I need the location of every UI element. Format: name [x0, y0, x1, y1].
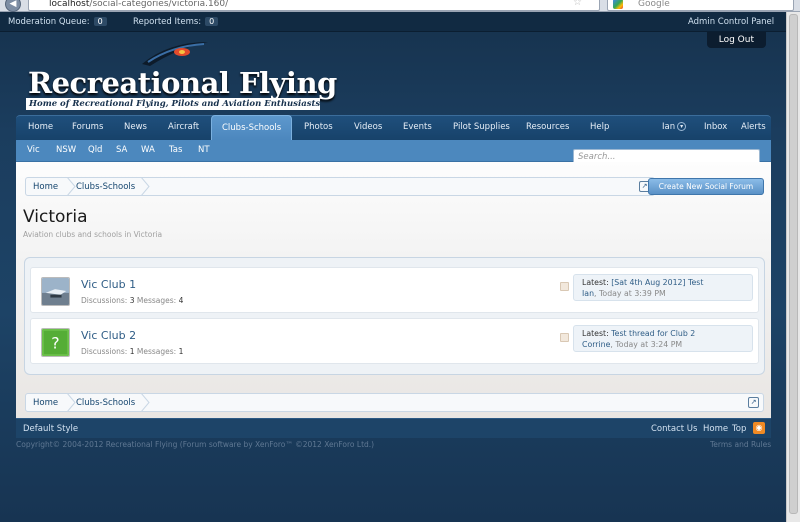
back-arrow-icon[interactable]: ◀ [5, 0, 21, 12]
main-content: Home Clubs-Schools ↗ Create New Social F… [16, 162, 771, 418]
admin-bar: Moderation Queue: 0 Reported Items: 0 Admi… [0, 12, 786, 32]
latest-post: Latest: Test thread for Club 2 Corrine, … [573, 325, 753, 352]
tab-events[interactable]: Events [403, 122, 432, 132]
address-bar[interactable]: localhost/social-categories/victoria.160… [28, 0, 600, 11]
question-mark-avatar-icon[interactable]: ? [41, 328, 70, 357]
reported-items-link[interactable]: Reported Items: 0 [133, 17, 219, 27]
list-item: Vic Club 1 Discussions: 3 Messages: 4 La… [30, 267, 759, 313]
latest-user-link[interactable]: Ian [582, 289, 594, 298]
moderation-count-badge: 0 [93, 17, 107, 26]
rss-icon[interactable] [560, 333, 569, 342]
breadcrumb-home[interactable]: Home [33, 398, 58, 408]
style-chooser-link[interactable]: Default Style [23, 424, 78, 434]
page-description: Aviation clubs and schools in Victoria [23, 230, 163, 239]
rss-feed-icon[interactable]: ◉ [753, 422, 765, 434]
user-menu[interactable]: Ian ▾ [662, 122, 687, 132]
forum-stats: Discussions: 3 Messages: 4 [81, 296, 184, 305]
latest-thread-link[interactable]: Test thread for Club 2 [611, 329, 695, 338]
user-name: Ian [662, 122, 676, 132]
tab-resources[interactable]: Resources [526, 122, 569, 132]
forum-stats: Discussions: 1 Messages: 1 [81, 347, 184, 356]
latest-time: Today at 3:39 PM [599, 289, 666, 298]
forum-title[interactable]: Vic Club 1 [81, 278, 136, 291]
latest-post: Latest: [Sat 4th Aug 2012] Test Ian, Tod… [573, 274, 753, 301]
copyright-text: Copyright© 2004-2012 Recreational Flying… [16, 440, 375, 449]
logo-swoosh-icon [142, 42, 208, 66]
create-social-forum-button[interactable]: Create New Social Forum [648, 178, 764, 195]
latest-time: Today at 3:24 PM [615, 340, 683, 349]
breadcrumb-arrow-icon [140, 393, 150, 412]
forum-list: Vic Club 1 Discussions: 3 Messages: 4 La… [24, 257, 765, 375]
admin-control-panel-link[interactable]: Admin Control Panel [688, 17, 774, 27]
footer-bar: Default Style Contact Us Home Top ◉ [16, 418, 771, 438]
subnav-item-sa[interactable]: SA [116, 145, 127, 155]
club-photo-thumbnail[interactable] [41, 277, 70, 306]
google-icon [613, 0, 623, 9]
page: Moderation Queue: 0 Reported Items: 0 Admi… [0, 12, 786, 522]
subnav-item-nt[interactable]: NT [198, 145, 210, 155]
tab-videos[interactable]: Videos [354, 122, 382, 132]
browser-toolbar: ◀ localhost/social-categories/victoria.1… [0, 0, 800, 12]
tab-aircraft[interactable]: Aircraft [168, 122, 199, 132]
list-item: ? Vic Club 2 Discussions: 1 Messages: 1 … [30, 318, 759, 364]
tab-photos[interactable]: Photos [304, 122, 333, 132]
browser-search-box[interactable]: Google [607, 0, 794, 11]
page-scrollbar[interactable] [786, 12, 800, 522]
subnav-item-tas[interactable]: Tas [169, 145, 182, 155]
breadcrumb: Home Clubs-Schools ↗ [25, 177, 655, 196]
tab-help[interactable]: Help [590, 122, 609, 132]
tab-forums[interactable]: Forums [72, 122, 103, 132]
breadcrumb-arrow-icon [66, 393, 76, 412]
moderation-queue-link[interactable]: Moderation Queue: 0 [8, 17, 107, 27]
rss-icon[interactable] [560, 282, 569, 291]
bookmark-star-icon[interactable]: ☆ [573, 0, 582, 8]
terms-link[interactable]: Terms and Rules [710, 440, 771, 449]
contact-us-link[interactable]: Contact Us [651, 424, 697, 434]
footer-top-link[interactable]: Top [732, 424, 746, 434]
breadcrumb-bottom: Home Clubs-Schools ↗ [25, 393, 764, 412]
breadcrumb-arrow-icon [140, 177, 150, 196]
tab-home[interactable]: Home [28, 122, 53, 132]
latest-thread-link[interactable]: [Sat 4th Aug 2012] Test [611, 278, 703, 287]
subnav-item-vic[interactable]: Vic [27, 145, 40, 155]
tab-clubs-schools[interactable]: Clubs-Schools [211, 115, 293, 141]
breadcrumb-clubs-schools[interactable]: Clubs-Schools [76, 182, 135, 192]
inbox-link[interactable]: Inbox [704, 122, 727, 132]
tab-news[interactable]: News [124, 122, 147, 132]
chevron-down-icon: ▾ [677, 122, 687, 131]
subnav-item-nsw[interactable]: NSW [56, 145, 76, 155]
footer-home-link[interactable]: Home [703, 424, 728, 434]
main-nav: Home Forums News Aircraft Clubs-Schools … [16, 115, 771, 141]
alerts-link[interactable]: Alerts [741, 122, 766, 132]
reported-count-badge: 0 [205, 17, 219, 26]
subnav-item-qld[interactable]: Qld [88, 145, 102, 155]
breadcrumb-clubs-schools[interactable]: Clubs-Schools [76, 398, 135, 408]
site-logo[interactable]: Recreational Flying [28, 66, 337, 100]
breadcrumb-home[interactable]: Home [33, 182, 58, 192]
tab-pilot-supplies[interactable]: Pilot Supplies [453, 122, 510, 132]
breadcrumb-arrow-icon [66, 177, 76, 196]
latest-user-link[interactable]: Corrine [582, 340, 610, 349]
forum-title[interactable]: Vic Club 2 [81, 329, 136, 342]
site-tagline: Home of Recreational Flying, Pilots and … [26, 98, 320, 110]
scrollbar-thumb[interactable] [789, 14, 798, 514]
jump-menu-icon[interactable]: ↗ [748, 397, 759, 408]
subnav-item-wa[interactable]: WA [141, 145, 155, 155]
logout-button[interactable]: Log Out [706, 32, 766, 48]
page-title: Victoria [23, 207, 88, 227]
svg-text:?: ? [51, 334, 59, 353]
